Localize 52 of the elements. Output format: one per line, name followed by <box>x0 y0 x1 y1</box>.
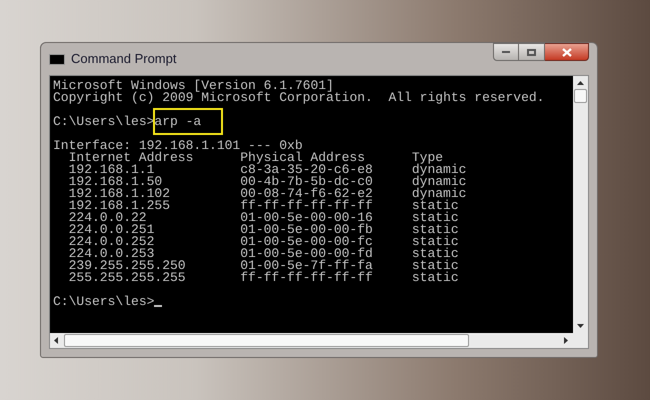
table-cell: dynamic <box>412 186 466 201</box>
table-cell: ff-ff-ff-ff-ff-ff <box>240 198 373 213</box>
table-cell: static <box>412 222 459 237</box>
table-cell: 255.255.255.255 <box>68 270 186 285</box>
minimize-button[interactable] <box>493 43 519 61</box>
scroll-up-icon[interactable] <box>577 81 584 85</box>
interface-line: Interface: 192.168.1.101 --- 0xb <box>53 138 303 153</box>
table-cell: 224.0.0.253 <box>68 246 154 261</box>
table-cell: ff-ff-ff-ff-ff-ff <box>240 270 373 285</box>
table-cell: 224.0.0.251 <box>68 222 154 237</box>
horizontal-scrollbar[interactable] <box>50 333 588 348</box>
close-button[interactable] <box>545 43 589 61</box>
table-cell: 00-08-74-f6-62-e2 <box>240 186 373 201</box>
table-cell: 224.0.0.252 <box>68 234 154 249</box>
table-cell: static <box>412 198 459 213</box>
table-cell: 239.255.255.250 <box>68 258 186 273</box>
table-cell: 192.168.1.50 <box>68 174 162 189</box>
table-cell: 00-4b-7b-5b-dc-c0 <box>240 174 373 189</box>
scrollbar-thumb[interactable] <box>574 89 587 103</box>
table-cell: static <box>412 246 459 261</box>
table-cell: static <box>412 210 459 225</box>
table-cell: static <box>412 270 459 285</box>
table-cell: dynamic <box>412 174 466 189</box>
table-cell: 01-00-5e-00-00-16 <box>240 210 373 225</box>
table-cell: dynamic <box>412 162 466 177</box>
table-cell: 192.168.1.1 <box>68 162 154 177</box>
maximize-button[interactable] <box>519 43 545 61</box>
table-cell: 01-00-5e-00-00-fd <box>240 246 373 261</box>
scroll-right-icon[interactable] <box>564 337 568 344</box>
vertical-scrollbar[interactable] <box>573 76 588 333</box>
close-icon <box>562 48 572 56</box>
command-text: arp -a <box>154 116 202 128</box>
column-header: Physical Address <box>240 150 366 165</box>
console-line: Microsoft Windows [Version 6.1.7601] <box>53 78 334 93</box>
console-icon <box>49 54 65 64</box>
window-title: Command Prompt <box>71 50 176 68</box>
column-header: Internet Address <box>68 150 194 165</box>
table-cell: 01-00-5e-00-00-fb <box>240 222 373 237</box>
prompt-text: C:\Users\les> <box>53 296 154 308</box>
prompt-text: C:\Users\les> <box>53 116 154 128</box>
column-header: Type <box>412 150 444 165</box>
table-cell: 192.168.1.102 <box>68 186 170 201</box>
text-cursor <box>154 305 162 307</box>
table-cell: 01-00-5e-00-00-fc <box>240 234 373 249</box>
table-cell: static <box>412 258 459 273</box>
table-cell: 01-00-5e-7f-ff-fa <box>240 258 373 273</box>
table-cell: 224.0.0.22 <box>68 210 147 225</box>
table-cell: static <box>412 234 459 249</box>
scroll-down-icon[interactable] <box>577 324 584 328</box>
table-cell: 192.168.1.255 <box>68 198 170 213</box>
scrollbar-thumb[interactable] <box>64 334 469 347</box>
scroll-left-icon[interactable] <box>54 337 58 344</box>
